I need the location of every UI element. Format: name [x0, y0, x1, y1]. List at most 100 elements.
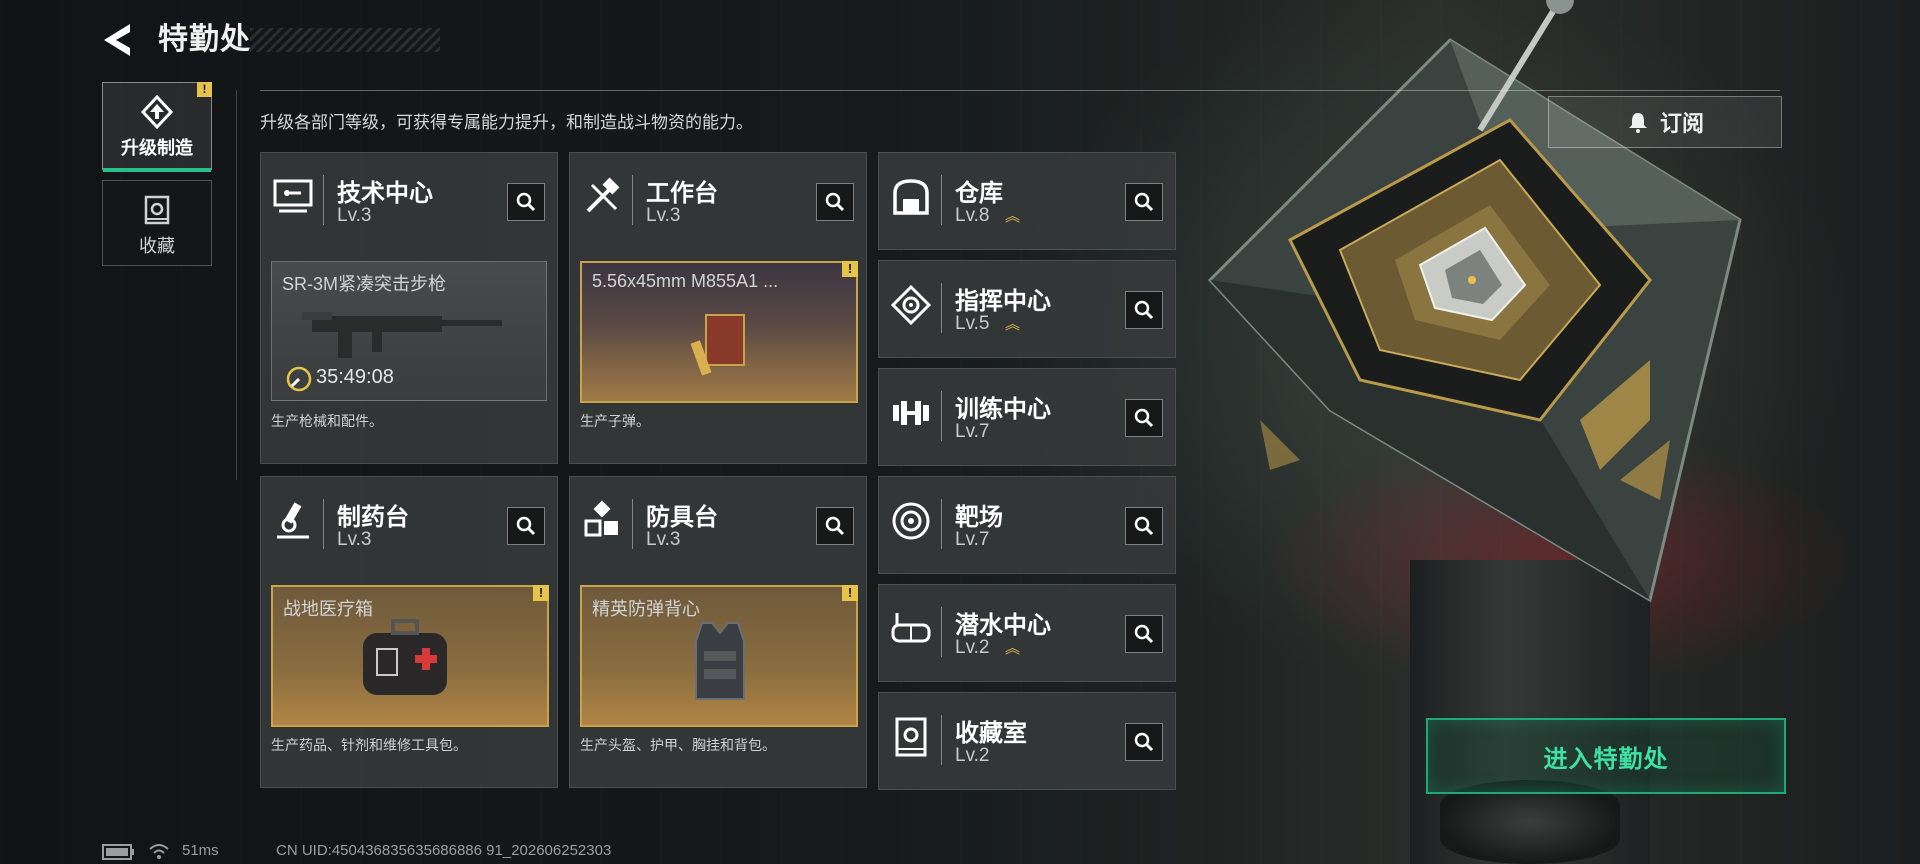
ping-value: 51ms: [182, 842, 219, 859]
collection-room-icon: [895, 717, 927, 757]
inspect-button[interactable]: [1125, 183, 1163, 221]
back-button[interactable]: [100, 20, 138, 60]
workshop-header-tech-center[interactable]: 技术中心 Lv.3: [261, 153, 557, 249]
warning-badge: !: [533, 585, 549, 601]
page-header: 特勤处: [100, 18, 450, 64]
header-separator: [941, 175, 942, 225]
warehouse-icon: [893, 179, 929, 215]
tab-collection-label: 收藏: [139, 236, 175, 256]
inspect-button[interactable]: [507, 507, 545, 545]
tab-collection[interactable]: 收藏: [102, 180, 212, 266]
tab-warning-badge: !: [197, 82, 212, 97]
header-separator: [323, 175, 324, 225]
inspect-button[interactable]: [507, 183, 545, 221]
workshop-card-tech-center: 技术中心 Lv.3 SR-3M紧凑突击步枪 35:49:08 生产枪械和配件。: [260, 152, 558, 464]
production-item-name: 精英防弹背心: [592, 599, 700, 619]
search-icon: [1134, 732, 1154, 752]
bell-icon: [1628, 113, 1647, 133]
inspect-button[interactable]: [1125, 291, 1163, 329]
enter-button-label: 进入特勤处: [1543, 745, 1669, 773]
production-slot-tech-center[interactable]: SR-3M紧凑突击步枪 35:49:08: [271, 261, 547, 401]
production-slot-work-bench[interactable]: 5.56x45mm M855A1 ... !: [580, 261, 858, 403]
workshop-level: Lv.8: [955, 205, 990, 226]
wrench-timer-icon: [286, 366, 312, 392]
workshop-name: 收藏室: [955, 720, 1027, 747]
header-separator: [941, 283, 942, 333]
wifi-icon: [149, 844, 169, 859]
header-separator: [632, 499, 633, 549]
upgrade-craft-icon: [140, 94, 174, 130]
workshop-level: Lv.3: [646, 529, 681, 550]
search-icon: [825, 516, 845, 536]
warning-badge: !: [842, 261, 858, 277]
workshop-header-pharmacy[interactable]: 制药台 Lv.3: [261, 477, 557, 573]
workshop-header-shooting-range[interactable]: 靶场 Lv.7: [879, 477, 1175, 573]
workshop-name: 靶场: [955, 504, 1003, 531]
workshop-card-command-center: 指挥中心 Lv.5 ︽: [878, 260, 1176, 358]
diving-mask-icon: [891, 613, 931, 643]
header-separator: [941, 607, 942, 657]
workshop-header-training-center[interactable]: 训练中心 Lv.7: [879, 369, 1175, 465]
workshop-header-work-bench[interactable]: 工作台 Lv.3: [570, 153, 866, 249]
production-item-name: 5.56x45mm M855A1 ...: [592, 271, 779, 291]
workshop-level: Lv.3: [337, 529, 372, 550]
workshop-header-warehouse[interactable]: 仓库 Lv.8 ︽: [879, 153, 1175, 249]
subscribe-label: 订阅: [1659, 111, 1704, 136]
tab-upgrade-craft[interactable]: 升级制造 !: [102, 82, 212, 172]
workshop-card-collection-room: 收藏室 Lv.2: [878, 692, 1176, 790]
header-separator: [941, 715, 942, 765]
search-icon: [516, 192, 536, 212]
header-separator: [941, 391, 942, 441]
chevron-up-double-icon: ︽: [1005, 316, 1021, 333]
title-decoration: [250, 28, 440, 52]
inspect-button[interactable]: [1125, 507, 1163, 545]
search-icon: [1134, 192, 1154, 212]
subscribe-button[interactable]: 订阅: [1548, 96, 1782, 148]
header-separator: [632, 175, 633, 225]
production-slot-pharmacy[interactable]: 战地医疗箱 !: [271, 585, 549, 727]
workshop-description: 生产头盔、护甲、胸挂和背包。: [580, 737, 776, 753]
active-tab-indicator: [103, 168, 211, 172]
back-arrow-icon: [104, 24, 130, 56]
inspect-button[interactable]: [1125, 723, 1163, 761]
command-center-icon: [890, 284, 932, 326]
inspect-button[interactable]: [816, 183, 854, 221]
production-slot-armor[interactable]: 精英防弹背心 !: [580, 585, 858, 727]
workshop-description: 生产枪械和配件。: [271, 413, 383, 429]
workshop-card-training-center: 训练中心 Lv.7: [878, 368, 1176, 466]
inspect-button[interactable]: [1125, 615, 1163, 653]
collection-icon: [144, 195, 170, 225]
user-uid: CN UID:450436835635686886 91_20260625230…: [276, 842, 612, 859]
divider-line-vertical: [236, 90, 237, 480]
computer-icon: [273, 179, 313, 213]
workshop-description: 生产药品、针剂和维修工具包。: [271, 737, 467, 753]
search-icon: [1134, 408, 1154, 428]
workshop-level: Lv.3: [337, 205, 372, 226]
workshop-description: 生产子弹。: [580, 413, 650, 429]
workshop-card-shooting-range: 靶场 Lv.7: [878, 476, 1176, 574]
workshop-name: 技术中心: [337, 180, 433, 207]
inspect-button[interactable]: [1125, 399, 1163, 437]
workshop-header-command-center[interactable]: 指挥中心 Lv.5 ︽: [879, 261, 1175, 357]
medkit-image: [363, 619, 447, 695]
workshop-card-armor: 防具台 Lv.3 精英防弹背心 ! 生产头盔、护甲、胸挂和背包。: [569, 476, 867, 788]
workshop-name: 制药台: [337, 504, 409, 531]
workshop-level: Lv.7: [955, 529, 990, 550]
workshop-name: 潜水中心: [955, 612, 1051, 639]
search-icon: [516, 516, 536, 536]
enter-special-ops-button[interactable]: 进入特勤处: [1426, 718, 1786, 794]
workshop-header-collection-room[interactable]: 收藏室 Lv.2: [879, 693, 1175, 789]
ammo-box-image: [690, 314, 745, 376]
header-separator: [941, 499, 942, 549]
workshop-name: 训练中心: [955, 396, 1051, 423]
inspect-button[interactable]: [816, 507, 854, 545]
workshop-header-armor[interactable]: 防具台 Lv.3: [570, 477, 866, 573]
workshop-header-diving-center[interactable]: 潜水中心 Lv.2 ︽: [879, 585, 1175, 681]
tab-upgrade-craft-label: 升级制造: [121, 138, 193, 158]
search-icon: [825, 192, 845, 212]
battery-icon: [102, 844, 134, 860]
hammer-wrench-icon: [586, 177, 620, 213]
vest-image: [695, 622, 745, 700]
workshop-level: Lv.7: [955, 421, 990, 442]
chevron-up-double-icon: ︽: [1005, 208, 1021, 225]
